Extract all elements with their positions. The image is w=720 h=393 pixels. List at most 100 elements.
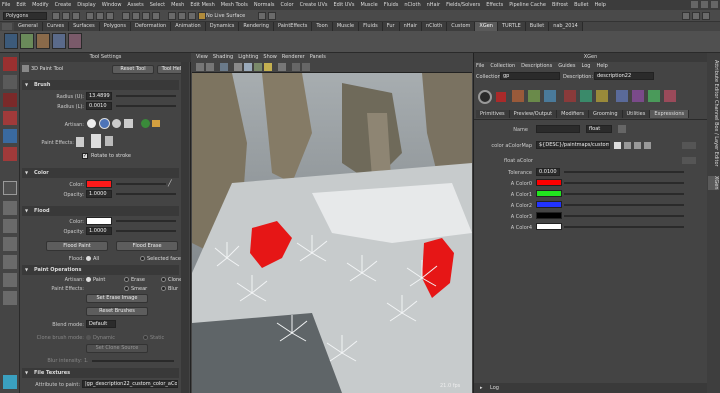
menu-edit-mesh[interactable]: Edit Mesh: [190, 2, 214, 8]
shelf-tab-nab-2014[interactable]: nab_2014: [549, 22, 583, 31]
menu-create[interactable]: Create: [55, 2, 72, 8]
vp-menu-lighting[interactable]: Lighting: [238, 53, 258, 61]
attribute-to-paint-dropdown[interactable]: |gp_description22_custom_color_aColorMap: [82, 380, 178, 388]
map-save-icon[interactable]: [644, 142, 651, 149]
blur-radio[interactable]: [161, 286, 166, 291]
xgen-tab-expressions[interactable]: Expressions: [650, 110, 690, 118]
menu-color[interactable]: Color: [281, 2, 294, 8]
grid-icon[interactable]: [220, 63, 228, 71]
menu-normals[interactable]: Normals: [254, 2, 275, 8]
a-color3-swatch[interactable]: [536, 212, 562, 219]
menu-display[interactable]: Display: [77, 2, 95, 8]
shelf-tab-fur[interactable]: Fur: [382, 22, 400, 31]
menu-file[interactable]: File: [2, 2, 10, 8]
xgen-menu-collection[interactable]: Collection: [490, 63, 515, 69]
xray-icon[interactable]: [292, 63, 300, 71]
flood-color-swatch[interactable]: [86, 217, 112, 225]
flood-opacity-slider[interactable]: [116, 230, 176, 232]
xgen-menu-log[interactable]: Log: [582, 63, 591, 69]
layout-single-icon[interactable]: [3, 201, 17, 215]
shelf-menu-icon[interactable]: [2, 23, 12, 30]
xgen-tab-utilities[interactable]: Utilities: [622, 110, 651, 118]
blend-mode-dropdown[interactable]: Default: [86, 320, 116, 328]
set-clone-source-button[interactable]: Set Clone Source: [86, 344, 148, 353]
menu-fields-solvers[interactable]: Fields/Solvers: [446, 2, 480, 8]
float-menu-icon[interactable]: [682, 157, 696, 164]
section-paint-operations[interactable]: Paint Operations: [22, 265, 179, 275]
flood-erase-button[interactable]: Flood Erase: [116, 241, 178, 251]
reset-tool-button[interactable]: Reset Tool: [112, 65, 154, 74]
color-opacity-slider[interactable]: [116, 193, 176, 195]
smear-radio[interactable]: [124, 286, 129, 291]
minimize-icon[interactable]: [691, 1, 698, 8]
select-component-icon[interactable]: [106, 12, 114, 20]
camera-attr-icon[interactable]: [206, 63, 214, 71]
menu-set-selector[interactable]: Polygons: [3, 12, 47, 20]
xgen-menu-file[interactable]: File: [476, 63, 484, 69]
layout-graph-icon[interactable]: [3, 273, 17, 287]
eyedropper-icon[interactable]: ╱: [168, 180, 174, 187]
shelf-tab-dynamics[interactable]: Dynamics: [205, 22, 240, 31]
paint-color-swatch[interactable]: [86, 180, 112, 188]
a-color1-swatch[interactable]: [536, 190, 562, 197]
ipr-render-icon[interactable]: [188, 12, 196, 20]
vp-menu-show[interactable]: Show: [263, 53, 277, 61]
radius-l-field[interactable]: 0.0010: [86, 102, 112, 110]
xgen-menu-guides[interactable]: Guides: [558, 63, 575, 69]
a-color4-swatch[interactable]: [536, 223, 562, 230]
xgen-move-guide-icon[interactable]: [564, 90, 576, 102]
brush-soft-icon[interactable]: [87, 119, 96, 128]
xgen-menu-descriptions[interactable]: Descriptions: [521, 63, 552, 69]
close-icon[interactable]: [711, 1, 718, 8]
select-hierarchy-icon[interactable]: [86, 12, 94, 20]
menu-select[interactable]: Select: [150, 2, 165, 8]
expr-menu-icon[interactable]: [682, 142, 696, 149]
brush-image-icon[interactable]: [141, 119, 150, 128]
snap-plane-icon[interactable]: [152, 12, 160, 20]
xgen-window-icon[interactable]: [4, 33, 18, 49]
a-color0-slider[interactable]: [564, 182, 684, 184]
menu-help[interactable]: Help: [595, 2, 606, 8]
xgen-dock-tab[interactable]: XGen: [708, 176, 719, 190]
map-folder-icon[interactable]: [634, 142, 641, 149]
radius-u-slider[interactable]: [116, 95, 176, 97]
vp-menu-shading[interactable]: Shading: [213, 53, 233, 61]
new-scene-icon[interactable]: [52, 12, 60, 20]
shelf-tab-xgen[interactable]: XGen: [475, 22, 498, 31]
shelf-tab-nhair[interactable]: nHair: [399, 22, 422, 31]
color-map-path-field[interactable]: ${DESC}/paintmaps/custom_color_aColorMap: [536, 141, 610, 149]
menu-fluids[interactable]: Fluids: [384, 2, 399, 8]
a-color1-slider[interactable]: [564, 193, 684, 195]
shelf-tab-turtle[interactable]: TURTLE: [497, 22, 526, 31]
tolerance-field[interactable]: 0.0100: [536, 168, 560, 176]
shelf-tab-custom[interactable]: Custom: [447, 22, 476, 31]
menu-bullet[interactable]: Bullet: [574, 2, 588, 8]
description-dropdown[interactable]: description22: [594, 72, 654, 80]
log-expand-icon[interactable]: ▸: [480, 385, 483, 391]
shelf-tab-curves[interactable]: Curves: [42, 22, 70, 31]
paint-map-icon[interactable]: [68, 33, 82, 49]
paint-radio[interactable]: [86, 277, 91, 282]
menu-assets[interactable]: Assets: [127, 2, 143, 8]
shelf-tab-deformation[interactable]: Deformation: [131, 22, 172, 31]
radius-l-slider[interactable]: [116, 105, 176, 107]
render-icon[interactable]: [178, 12, 186, 20]
shelf-tab-ncloth[interactable]: nCloth: [422, 22, 448, 31]
lasso-tool-icon[interactable]: [3, 75, 17, 89]
menu-modify[interactable]: Modify: [32, 2, 49, 8]
a-color0-swatch[interactable]: [536, 179, 562, 186]
snap-curve-icon[interactable]: [132, 12, 140, 20]
layout-outliner-icon[interactable]: [3, 255, 17, 269]
menu-create-uvs[interactable]: Create UVs: [300, 2, 328, 8]
panel-toggle-icon-2[interactable]: [692, 12, 700, 20]
magnet-icon[interactable]: [198, 12, 206, 20]
xgen-bend-guide-icon[interactable]: [596, 90, 608, 102]
menu-window[interactable]: Window: [102, 2, 122, 8]
radius-u-field[interactable]: 13.4899: [86, 92, 112, 100]
select-object-icon[interactable]: [96, 12, 104, 20]
shelf-tab-toon[interactable]: Toon: [312, 22, 333, 31]
guide-icon[interactable]: [36, 33, 50, 49]
shelf-tab-polygons[interactable]: Polygons: [99, 22, 131, 31]
section-file-textures[interactable]: File Textures: [22, 368, 179, 378]
xgen-tab-primitives[interactable]: Primitives: [476, 110, 510, 118]
